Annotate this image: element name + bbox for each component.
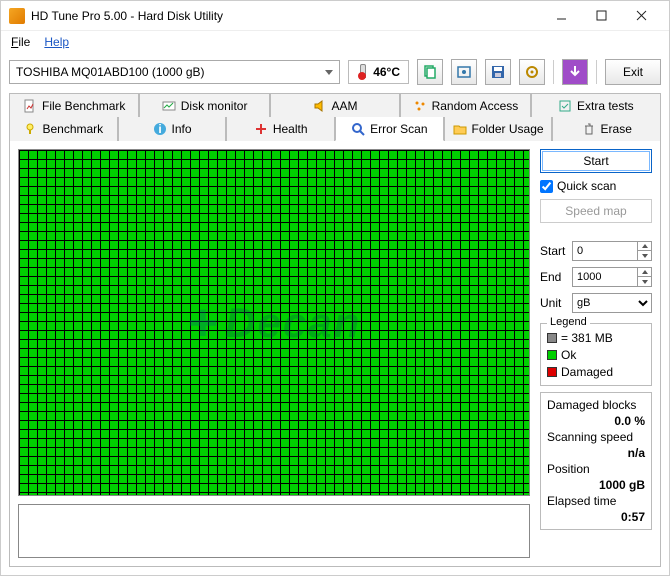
download-button[interactable] [562, 59, 588, 85]
unit-select[interactable]: gB [572, 293, 652, 313]
drive-select[interactable]: TOSHIBA MQ01ABD100 (1000 gB) [9, 60, 340, 84]
tab-file-benchmark[interactable]: File Benchmark [9, 93, 139, 117]
tabs: File Benchmark Disk monitor AAM Random A… [9, 93, 661, 141]
maximize-button[interactable] [581, 2, 621, 30]
quick-scan-row[interactable]: Quick scan [540, 179, 652, 193]
drive-select-text: TOSHIBA MQ01ABD100 (1000 gB) [16, 65, 205, 79]
elapsed-time-value: 0:57 [547, 510, 645, 524]
separator [596, 60, 597, 84]
temperature-display: 46°C [348, 60, 409, 84]
scanning-speed-value: n/a [547, 446, 645, 460]
position-label: Position [547, 462, 645, 476]
titlebar: HD Tune Pro 5.00 - Hard Disk Utility [1, 1, 669, 31]
legend-box: Legend = 381 MB Ok Damaged [540, 323, 652, 386]
end-spinner[interactable] [572, 267, 652, 287]
scan-grid: +Decan [18, 149, 530, 496]
content-area: +Decan Start Quick scan Speed map Start … [9, 141, 661, 567]
elapsed-time-label: Elapsed time [547, 494, 645, 508]
log-output [18, 504, 530, 558]
toolbar: TOSHIBA MQ01ABD100 (1000 gB) 46°C Exit [1, 53, 669, 91]
speed-map-button: Speed map [540, 199, 652, 223]
tab-folder-usage[interactable]: Folder Usage [444, 117, 553, 141]
damaged-blocks-label: Damaged blocks [547, 398, 645, 412]
window-title: HD Tune Pro 5.00 - Hard Disk Utility [31, 9, 541, 23]
menu-help[interactable]: Help [40, 34, 73, 50]
separator [553, 60, 554, 84]
close-button[interactable] [621, 2, 661, 30]
tab-error-scan[interactable]: Error Scan [335, 117, 444, 141]
save-button[interactable] [485, 59, 511, 85]
chevron-down-icon [325, 70, 333, 75]
start-input[interactable] [573, 245, 637, 257]
tab-disk-monitor[interactable]: Disk monitor [139, 93, 269, 117]
tab-random-access[interactable]: Random Access [400, 93, 530, 117]
ok-swatch [547, 350, 557, 360]
tab-info[interactable]: iInfo [118, 117, 227, 141]
tab-health[interactable]: Health [226, 117, 335, 141]
legend-title: Legend [547, 316, 590, 328]
svg-text:i: i [158, 122, 161, 136]
unit-label: Unit [540, 296, 568, 310]
start-spinner[interactable] [572, 241, 652, 261]
menubar: File Help [1, 31, 669, 53]
position-value: 1000 gB [547, 478, 645, 492]
tab-benchmark[interactable]: Benchmark [9, 117, 118, 141]
screenshot-button[interactable] [451, 59, 477, 85]
copy-button[interactable] [417, 59, 443, 85]
end-label: End [540, 270, 568, 284]
block-swatch [547, 333, 557, 343]
end-input[interactable] [573, 271, 637, 283]
tab-erase[interactable]: Erase [552, 117, 661, 141]
exit-button[interactable]: Exit [605, 59, 661, 85]
damaged-swatch [547, 367, 557, 377]
watermark: +Decan [187, 293, 361, 353]
thermometer-icon [357, 64, 367, 80]
temperature-value: 46°C [373, 65, 400, 79]
quick-scan-label: Quick scan [557, 179, 616, 193]
scanning-speed-label: Scanning speed [547, 430, 645, 444]
tab-aam[interactable]: AAM [270, 93, 400, 117]
settings-button[interactable] [519, 59, 545, 85]
tab-extra-tests[interactable]: Extra tests [531, 93, 661, 117]
quick-scan-checkbox[interactable] [540, 180, 553, 193]
menu-file[interactable]: File [7, 34, 34, 50]
minimize-button[interactable] [541, 2, 581, 30]
start-label: Start [540, 244, 568, 258]
damaged-blocks-value: 0.0 % [547, 414, 645, 428]
start-button[interactable]: Start [540, 149, 652, 173]
app-icon [9, 8, 25, 24]
stats-box: Damaged blocks 0.0 % Scanning speed n/a … [540, 392, 652, 530]
